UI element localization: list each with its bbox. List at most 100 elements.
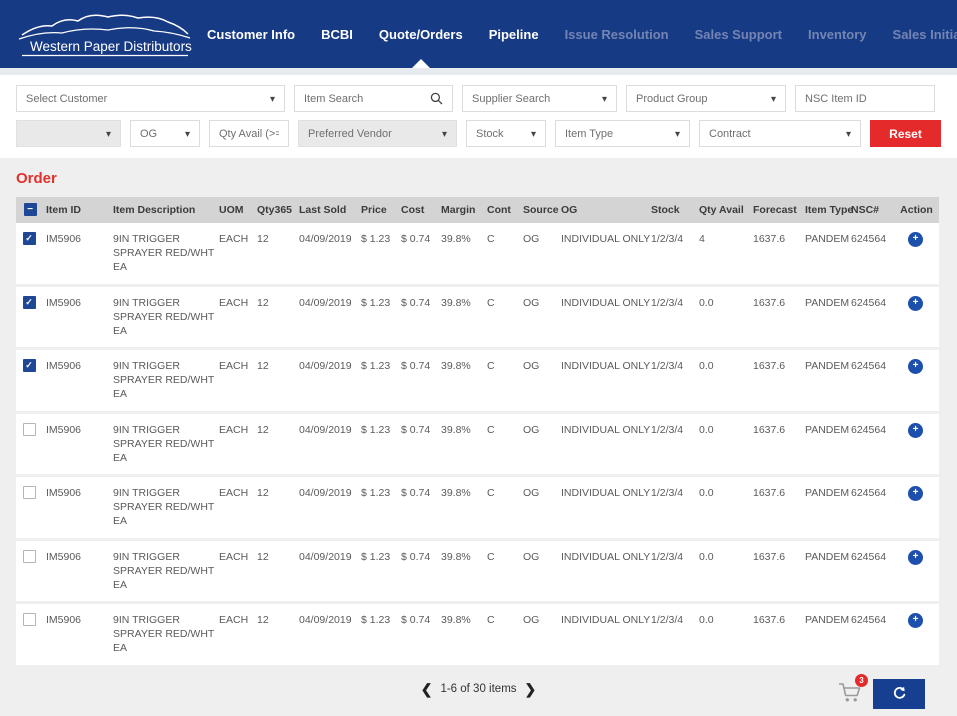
cart-button[interactable]: 3 bbox=[837, 674, 863, 709]
cell-qty-avail: 0.0 bbox=[699, 287, 753, 348]
cell-cost: $ 0.74 bbox=[401, 350, 441, 411]
cell-cont: C bbox=[487, 223, 523, 284]
cell-qty365: 12 bbox=[257, 223, 299, 284]
prev-page-icon[interactable]: ❮ bbox=[421, 682, 433, 696]
nav-item-quote-orders[interactable]: Quote/Orders bbox=[366, 0, 476, 68]
cell-margin: 39.8% bbox=[441, 414, 487, 475]
table-row: IM5906 9IN TRIGGER SPRAYER RED/WHT EA EA… bbox=[16, 541, 939, 605]
qty-avail-input[interactable] bbox=[219, 128, 279, 140]
cell-item-description: 9IN TRIGGER SPRAYER RED/WHT EA bbox=[113, 414, 219, 475]
search-icon[interactable] bbox=[430, 92, 443, 105]
supplier-search-select[interactable]: Supplier Search bbox=[462, 85, 617, 112]
customer-select[interactable]: Select Customer bbox=[16, 85, 285, 112]
table-row: IM5906 9IN TRIGGER SPRAYER RED/WHT EA EA… bbox=[16, 287, 939, 351]
cell-price: $ 1.23 bbox=[361, 223, 401, 284]
nav-item-issue-resolution[interactable]: Issue Resolution bbox=[552, 0, 682, 68]
cell-item-id: IM5906 bbox=[46, 350, 113, 411]
table-body: IM5906 9IN TRIGGER SPRAYER RED/WHT EA EA… bbox=[16, 223, 941, 668]
nav-item-sales-support[interactable]: Sales Support bbox=[682, 0, 795, 68]
cell-price: $ 1.23 bbox=[361, 604, 401, 665]
stock-select[interactable]: Stock bbox=[466, 120, 546, 147]
cell-source: OG bbox=[523, 223, 561, 284]
cell-nsc: 624564 bbox=[851, 604, 896, 665]
cell-forecast: 1637.6 bbox=[753, 414, 805, 475]
row-checkbox[interactable] bbox=[23, 613, 36, 626]
cell-cont: C bbox=[487, 477, 523, 538]
row-checkbox[interactable] bbox=[23, 486, 36, 499]
cell-stock: 1/2/3/4 bbox=[651, 223, 699, 284]
add-item-button[interactable] bbox=[908, 232, 923, 247]
cell-cost: $ 0.74 bbox=[401, 287, 441, 348]
nsc-item-id-input[interactable] bbox=[805, 93, 925, 105]
col-item-description: Item Description bbox=[113, 197, 219, 223]
cell-forecast: 1637.6 bbox=[753, 477, 805, 538]
cell-nsc: 624564 bbox=[851, 541, 896, 602]
contract-select[interactable]: Contract bbox=[699, 120, 861, 147]
cell-forecast: 1637.6 bbox=[753, 350, 805, 411]
row-checkbox[interactable] bbox=[23, 232, 36, 245]
table-row: IM5906 9IN TRIGGER SPRAYER RED/WHT EA EA… bbox=[16, 350, 939, 414]
company-logo[interactable]: Western Paper Distributors bbox=[16, 5, 194, 64]
item-search-input[interactable] bbox=[304, 93, 430, 105]
next-page-icon[interactable]: ❯ bbox=[525, 682, 537, 696]
cell-nsc: 624564 bbox=[851, 287, 896, 348]
cell-item-description: 9IN TRIGGER SPRAYER RED/WHT EA bbox=[113, 604, 219, 665]
nav-item-bcbi[interactable]: BCBI bbox=[308, 0, 366, 68]
pagination-label: 1-6 of 30 items bbox=[440, 683, 516, 695]
empty-filter-select[interactable] bbox=[16, 120, 121, 147]
row-checkbox[interactable] bbox=[23, 423, 36, 436]
table-footer: ❮ 1-6 of 30 items ❯ 3 bbox=[16, 670, 941, 716]
row-checkbox[interactable] bbox=[23, 550, 36, 563]
cart-badge: 3 bbox=[855, 674, 868, 687]
row-checkbox[interactable] bbox=[23, 359, 36, 372]
cell-item-type: PANDEM bbox=[805, 287, 851, 348]
cell-uom: EACH bbox=[219, 287, 257, 348]
cell-qty-avail: 0.0 bbox=[699, 541, 753, 602]
cell-qty-avail: 0.0 bbox=[699, 350, 753, 411]
cell-nsc: 624564 bbox=[851, 477, 896, 538]
cell-forecast: 1637.6 bbox=[753, 541, 805, 602]
refresh-button[interactable] bbox=[873, 679, 925, 709]
col-forecast: Forecast bbox=[753, 197, 805, 223]
cell-source: OG bbox=[523, 287, 561, 348]
row-checkbox[interactable] bbox=[23, 296, 36, 309]
add-item-button[interactable] bbox=[908, 296, 923, 311]
cell-source: OG bbox=[523, 350, 561, 411]
nav-item-inventory[interactable]: Inventory bbox=[795, 0, 880, 68]
nav-item-sales-initiatives[interactable]: Sales Initiatives bbox=[880, 0, 957, 68]
add-item-button[interactable] bbox=[908, 613, 923, 628]
reset-button[interactable]: Reset bbox=[870, 120, 941, 147]
mountains-art-2 bbox=[19, 27, 190, 38]
cell-stock: 1/2/3/4 bbox=[651, 541, 699, 602]
cell-stock: 1/2/3/4 bbox=[651, 287, 699, 348]
item-type-select[interactable]: Item Type bbox=[555, 120, 690, 147]
nav-item-customer-info[interactable]: Customer Info bbox=[194, 0, 308, 68]
cell-price: $ 1.23 bbox=[361, 477, 401, 538]
cell-item-description: 9IN TRIGGER SPRAYER RED/WHT EA bbox=[113, 350, 219, 411]
cell-qty365: 12 bbox=[257, 287, 299, 348]
contract-label: Contract bbox=[709, 128, 846, 140]
nav-item-pipeline[interactable]: Pipeline bbox=[476, 0, 552, 68]
product-group-select[interactable]: Product Group bbox=[626, 85, 786, 112]
preferred-vendor-label: Preferred Vendor bbox=[308, 128, 442, 140]
preferred-vendor-select[interactable]: Preferred Vendor bbox=[298, 120, 457, 147]
add-item-button[interactable] bbox=[908, 359, 923, 374]
cell-uom: EACH bbox=[219, 350, 257, 411]
add-item-button[interactable] bbox=[908, 550, 923, 565]
select-all-checkbox[interactable] bbox=[24, 203, 37, 216]
cell-last-sold: 04/09/2019 bbox=[299, 414, 361, 475]
filter-row-1: Select Customer Supplier Search Product … bbox=[16, 85, 941, 112]
cell-qty-avail: 0.0 bbox=[699, 604, 753, 665]
cell-forecast: 1637.6 bbox=[753, 604, 805, 665]
cell-margin: 39.8% bbox=[441, 287, 487, 348]
cell-item-type: PANDEM bbox=[805, 477, 851, 538]
item-type-label: Item Type bbox=[565, 128, 675, 140]
cell-cont: C bbox=[487, 350, 523, 411]
cell-source: OG bbox=[523, 414, 561, 475]
add-item-button[interactable] bbox=[908, 423, 923, 438]
cell-cont: C bbox=[487, 541, 523, 602]
add-item-button[interactable] bbox=[908, 486, 923, 501]
og-select[interactable]: OG bbox=[130, 120, 200, 147]
filter-row-2: OG Preferred Vendor Stock Item Type Cont… bbox=[16, 120, 941, 147]
cell-item-type: PANDEM bbox=[805, 541, 851, 602]
